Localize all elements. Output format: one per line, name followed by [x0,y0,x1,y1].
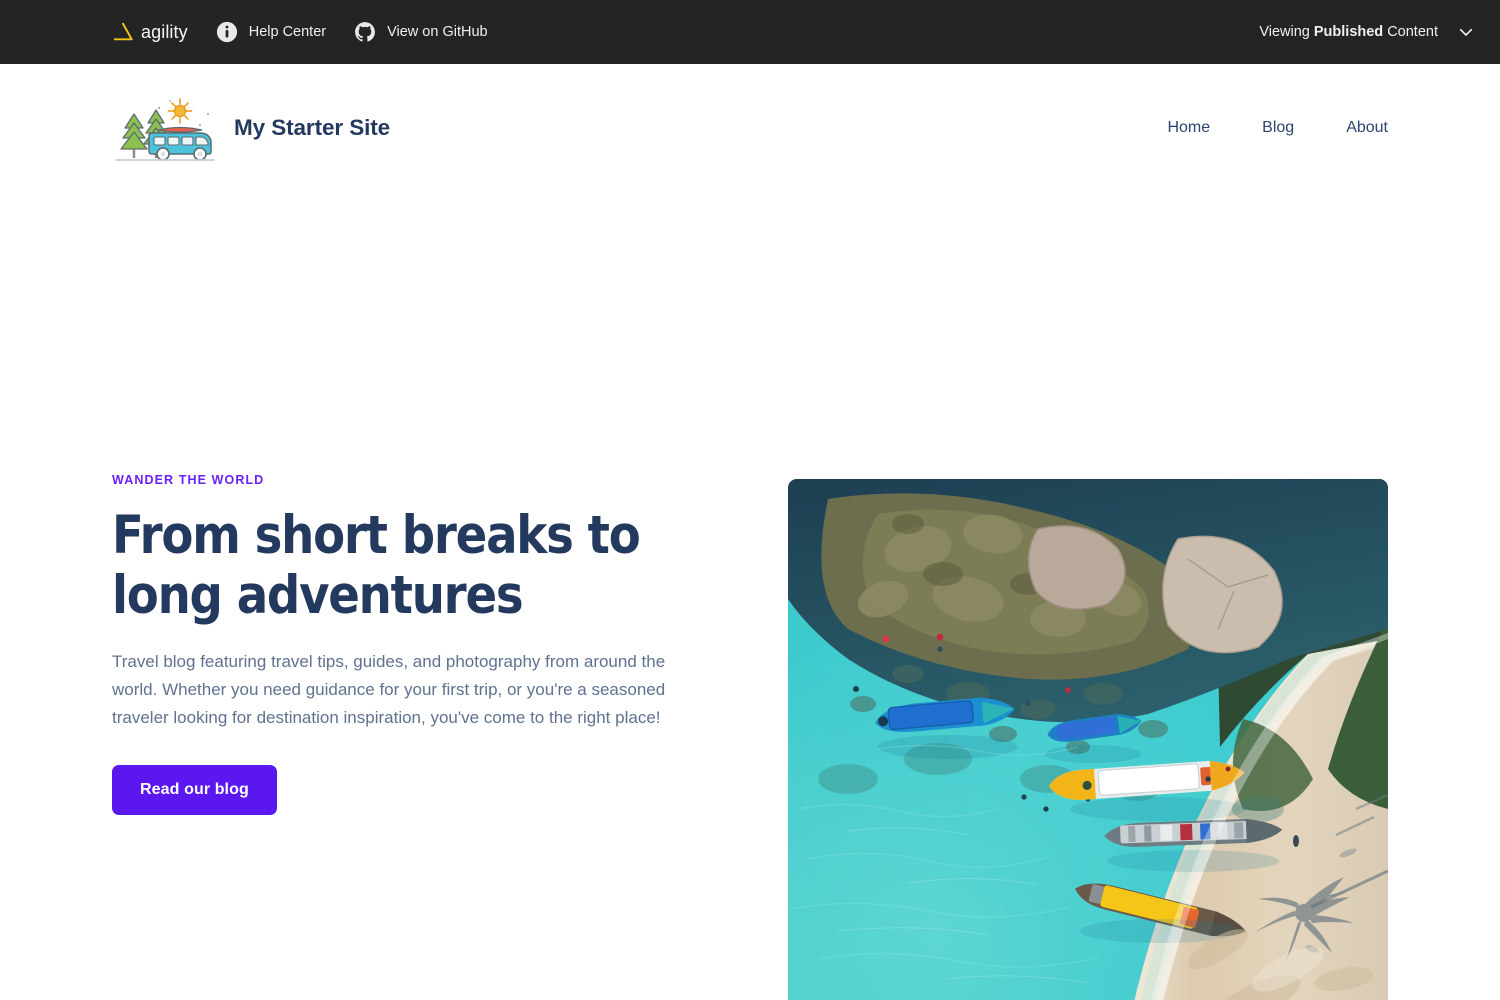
help-center-label: Help Center [248,24,327,40]
view-on-github-label: View on GitHub [387,24,488,40]
hero-copy: WANDER THE WORLD From short breaks to lo… [112,192,712,815]
viewing-suffix: Content [1387,24,1438,40]
admin-bar-left: agility Help Center View on GitHub [112,21,488,43]
nav-item-blog[interactable]: Blog [1262,119,1294,137]
hero-eyebrow: WANDER THE WORLD [112,473,265,487]
hero-title: From short breaks to long adventures [112,505,641,626]
viewing-prefix: Viewing [1259,24,1310,40]
chevron-down-icon [1459,28,1473,36]
viewing-state: Published [1313,24,1384,40]
site-title: My Starter Site [234,115,391,140]
info-circle-icon [216,21,237,43]
agility-admin-bar: agility Help Center View on GitHub Viewi… [0,0,1500,64]
main-nav: Home Blog About [1167,119,1388,137]
agility-brand[interactable]: agility [112,21,188,43]
viewing-content-dropdown[interactable]: Viewing Published Content [1259,24,1474,40]
agility-brand-label: agility [141,21,188,42]
hero-section: WANDER THE WORLD From short breaks to lo… [0,192,1500,1000]
nav-item-home[interactable]: Home [1167,119,1210,137]
nav-item-about[interactable]: About [1346,119,1388,137]
hero-title-line-1: From short breaks to [112,505,641,566]
read-our-blog-button[interactable]: Read our blog [112,765,277,815]
view-on-github-link[interactable]: View on GitHub [354,21,488,43]
help-center-link[interactable]: Help Center [216,21,326,43]
site-header: My Starter Site Home Blog About [0,64,1500,192]
viewing-state-text: Viewing Published Content [1259,24,1438,40]
agility-triangle-icon [113,22,133,41]
hero-description: Travel blog featuring travel tips, guide… [112,652,666,727]
hero-image [788,479,1388,1000]
aerial-beach-illustration [788,479,1388,1000]
hero-title-line-2: long adventures [112,565,524,626]
campervan-logo [115,98,215,161]
site-logo-link[interactable]: My Starter Site [112,92,390,164]
github-icon [355,22,376,42]
